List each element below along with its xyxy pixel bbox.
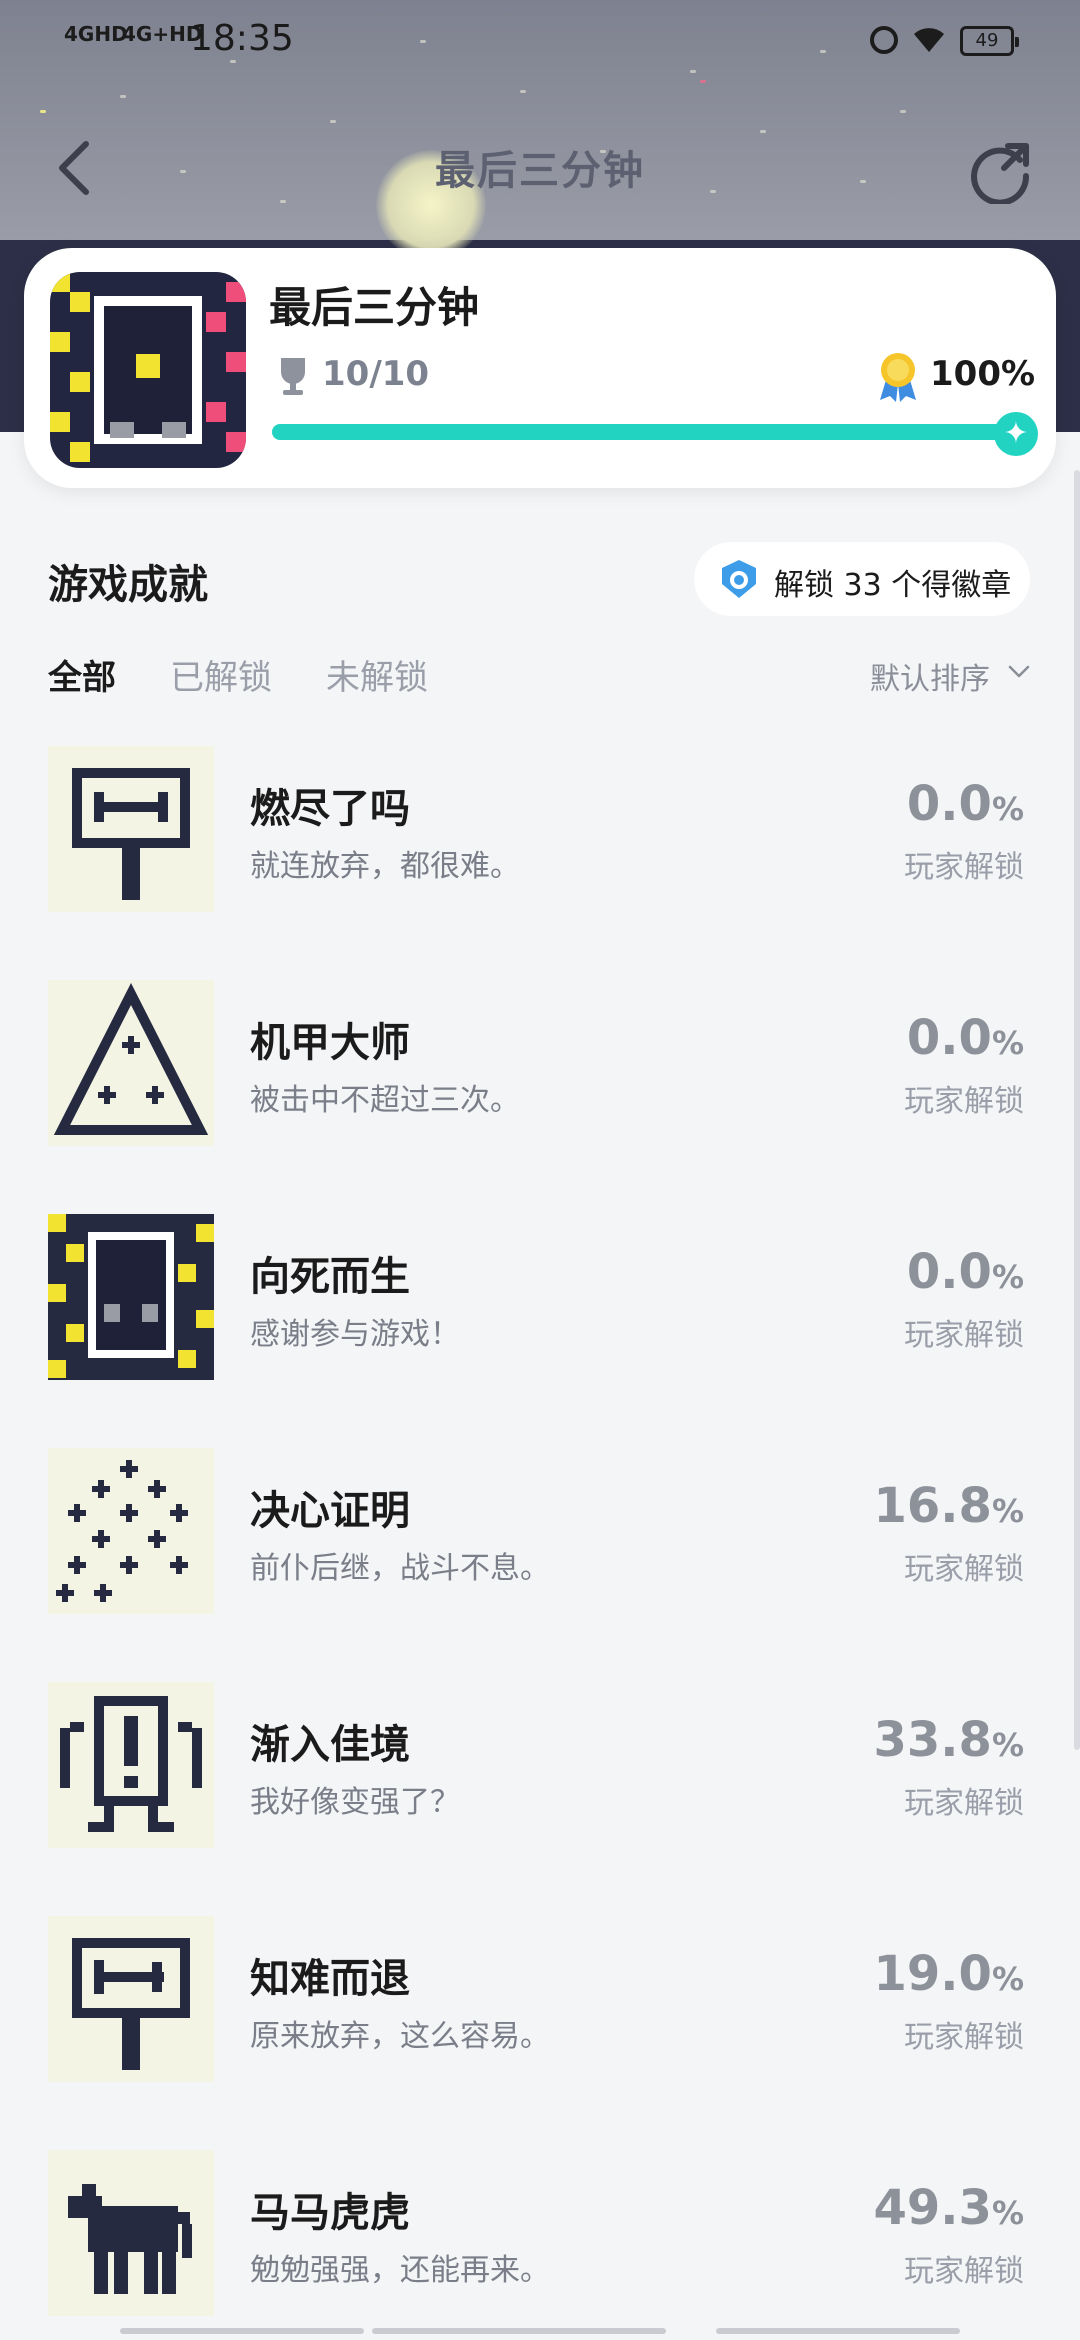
horse-icon: [48, 2150, 214, 2316]
alarm-icon: [870, 26, 898, 54]
doorway-icon: [48, 1214, 214, 1380]
battery-icon: 49: [960, 26, 1019, 56]
achievement-percent: 0.0%: [906, 1010, 1024, 1066]
achievement-row[interactable]: 向死而生 感谢参与游戏！ 0.0% 玩家解锁: [0, 1214, 1080, 1380]
exit-sign-icon: [48, 1916, 214, 2082]
achievement-desc: 我好像变强了？: [250, 1785, 460, 1820]
medal-icon: [880, 353, 916, 402]
progress-bar-fill: [272, 424, 1016, 440]
achievement-desc: 感谢参与游戏！: [250, 1317, 460, 1352]
achievement-count: 10/10: [322, 354, 430, 394]
unlock-label: 玩家解锁: [904, 1084, 1024, 1119]
achievement-percent: 16.8%: [873, 1478, 1025, 1534]
status-bar: 4GHD 4G+HD 18:35 49: [0, 0, 1080, 80]
game-cover-image: [50, 272, 246, 468]
achievement-percent: 49.3%: [873, 2180, 1025, 2236]
achievement-name: 决心证明: [250, 1488, 410, 1534]
achievement-percent: 19.0%: [873, 1946, 1025, 2002]
mech-triangle-icon: [48, 980, 214, 1146]
badge-reward-label: 解锁 33 个得徽章: [774, 568, 1012, 603]
sort-dropdown[interactable]: 默认排序: [870, 654, 990, 698]
achievement-name: 渐入佳境: [250, 1722, 410, 1768]
achievement-desc: 被击中不超过三次。: [250, 1083, 520, 1118]
achievement-row[interactable]: 知难而退 原来放弃，这么容易。 19.0% 玩家解锁: [0, 1916, 1080, 2082]
crosses-icon: [48, 1448, 214, 1614]
achievement-row[interactable]: 燃尽了吗 就连放弃，都很难。 0.0% 玩家解锁: [0, 746, 1080, 912]
tab-all[interactable]: 全部: [48, 650, 116, 699]
trophy-icon: [281, 358, 305, 395]
achievement-row[interactable]: 机甲大师 被击中不超过三次。 0.0% 玩家解锁: [0, 980, 1080, 1146]
achievement-name: 知难而退: [250, 1956, 410, 2002]
unlock-label: 玩家解锁: [904, 1552, 1024, 1587]
achievement-name: 机甲大师: [250, 1020, 410, 1066]
badge-icon: [722, 560, 756, 598]
achievement-name: 向死而生: [250, 1254, 410, 1300]
game-title: 最后三分钟: [269, 283, 480, 332]
game-summary-card[interactable]: 最后三分钟 10/10 100% ✦: [24, 248, 1056, 488]
achievement-name: 马马虎虎: [250, 2190, 410, 2236]
unlock-label: 玩家解锁: [904, 1786, 1024, 1821]
clock: 18:35: [190, 18, 294, 59]
achievement-desc: 前仆后继，战斗不息。: [250, 1551, 550, 1586]
achievement-percent: 0.0%: [906, 776, 1024, 832]
gesture-bar-segment: [372, 2328, 666, 2334]
unlock-label: 玩家解锁: [904, 1318, 1024, 1353]
completion-percent: 100%: [930, 354, 1036, 394]
achievement-percent: 0.0%: [906, 1244, 1024, 1300]
badge-reward-button[interactable]: 解锁 33 个得徽章: [694, 542, 1030, 616]
achievement-desc: 就连放弃，都很难。: [250, 849, 520, 884]
progress-star-icon: ✦: [994, 412, 1038, 456]
wifi-icon: [914, 28, 944, 52]
achievement-name: 燃尽了吗: [250, 786, 410, 832]
tab-locked[interactable]: 未解锁: [326, 650, 428, 699]
unlock-label: 玩家解锁: [904, 2254, 1024, 2289]
progress-bar: [272, 424, 1016, 440]
unlock-label: 玩家解锁: [904, 2020, 1024, 2055]
signboard-icon: [48, 746, 214, 912]
page-title: 最后三分钟: [435, 148, 645, 194]
section-title: 游戏成就: [48, 562, 208, 608]
robot-exclamation-icon: [48, 1682, 214, 1848]
tab-unlocked[interactable]: 已解锁: [170, 650, 272, 699]
achievement-desc: 勉勉强强，还能再来。: [250, 2253, 550, 2288]
scrollbar[interactable]: [1074, 470, 1080, 1750]
chevron-down-icon[interactable]: [1008, 660, 1030, 682]
gesture-bar-segment: [120, 2328, 364, 2334]
unlock-label: 玩家解锁: [904, 850, 1024, 885]
achievement-row[interactable]: 马马虎虎 勉勉强强，还能再来。 49.3% 玩家解锁: [0, 2150, 1080, 2316]
achievement-row[interactable]: 渐入佳境 我好像变强了？ 33.8% 玩家解锁: [0, 1682, 1080, 1848]
share-button[interactable]: [968, 138, 1034, 204]
signal-indicator-1: 4GHD: [64, 22, 128, 46]
achievement-row[interactable]: 决心证明 前仆后继，战斗不息。 16.8% 玩家解锁: [0, 1448, 1080, 1614]
achievement-percent: 33.8%: [873, 1712, 1025, 1768]
gesture-bar-segment: [716, 2328, 960, 2334]
achievement-desc: 原来放弃，这么容易。: [250, 2019, 550, 2054]
